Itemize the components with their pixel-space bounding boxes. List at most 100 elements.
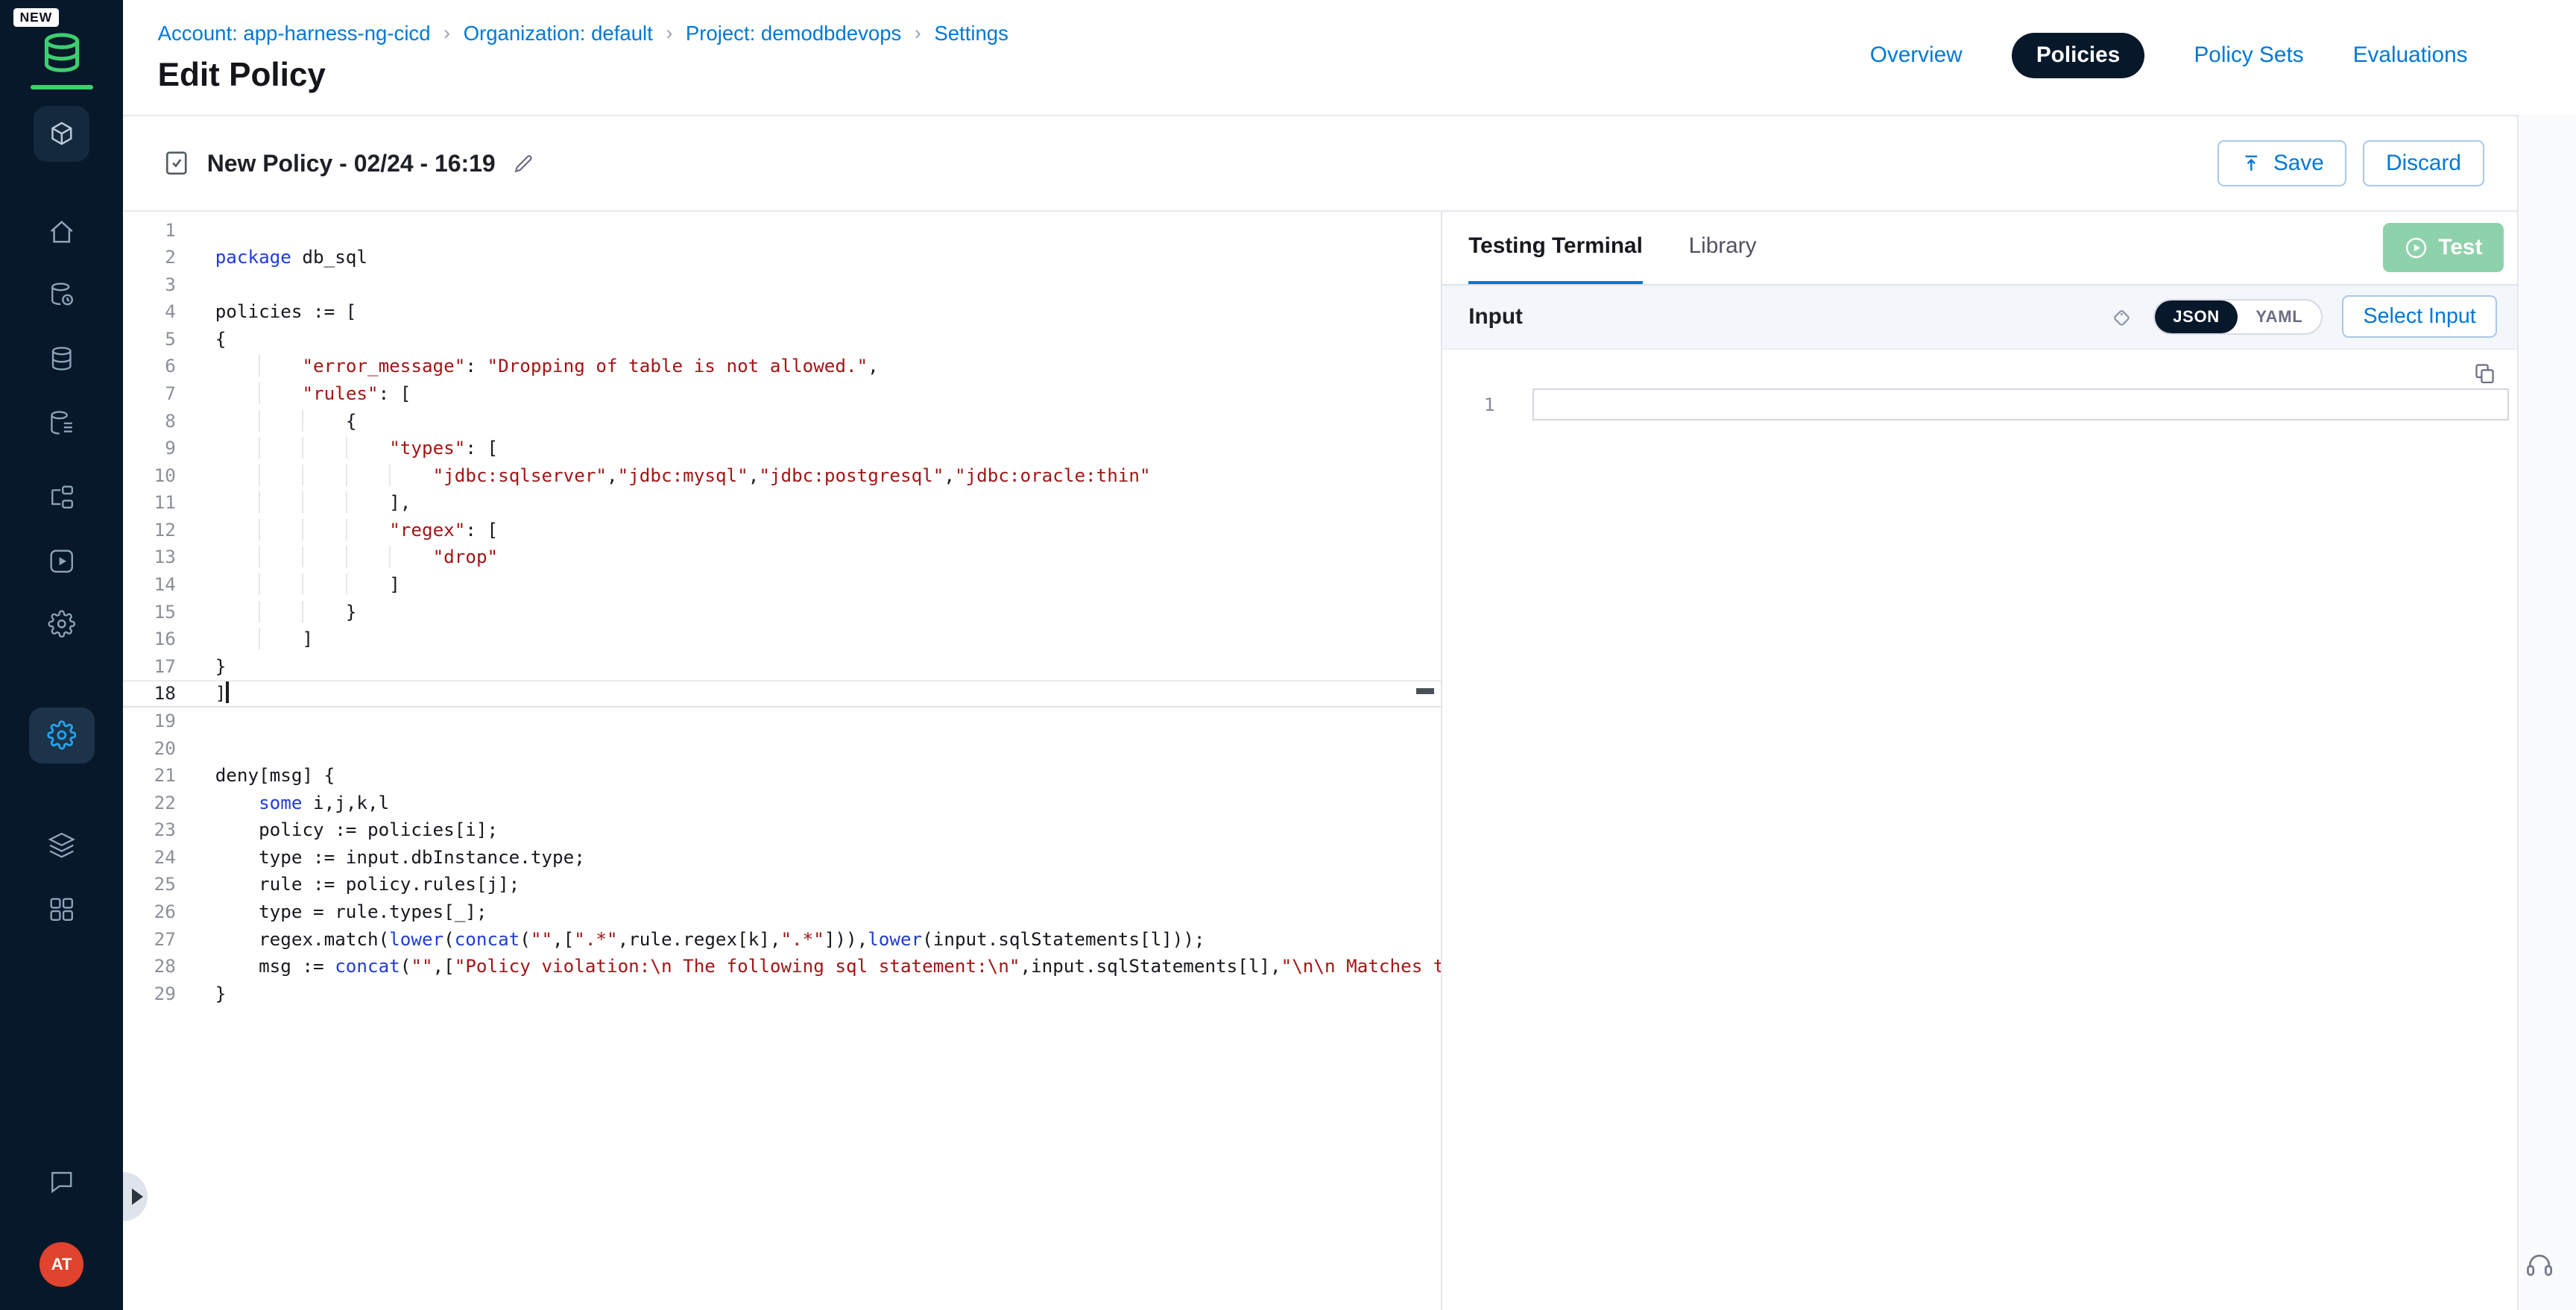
breadcrumb-project[interactable]: Project: demodbdevops — [686, 22, 901, 45]
settings-gear-icon-selected[interactable] — [29, 708, 95, 763]
code-line[interactable]: 26 type = rule.types[_]; — [123, 898, 1441, 926]
code-line[interactable]: 17} — [123, 653, 1441, 681]
page-header: Account: app-harness-ng-cicd › Organizat… — [123, 0, 2576, 115]
module-cube-icon[interactable] — [34, 106, 89, 162]
line-number: 19 — [123, 708, 176, 735]
tab-overview[interactable]: Overview — [1870, 42, 1963, 68]
copy-icon[interactable] — [2472, 361, 2497, 385]
policy-code-editor[interactable]: 12package db_sql34policies := [5{6 "erro… — [123, 212, 1441, 1310]
code-line[interactable]: 28 msg := concat("",["Policy violation:\… — [123, 953, 1441, 980]
line-number: 25 — [123, 871, 176, 898]
code-line[interactable]: 21deny[msg] { — [123, 762, 1441, 790]
tab-testing-terminal[interactable]: Testing Terminal — [1468, 212, 1643, 284]
code-line[interactable]: 9 "types": [ — [123, 435, 1441, 462]
database-list-icon[interactable] — [29, 402, 95, 444]
pipeline-icon[interactable] — [29, 476, 95, 518]
logo-block: NEW — [0, 0, 123, 89]
format-yaml-option[interactable]: YAML — [2238, 300, 2321, 333]
policy-toolbar: New Policy - 02/24 - 16:19 Save Discard — [123, 116, 2516, 212]
code-lines: 12package db_sql34policies := [5{6 "erro… — [123, 217, 1441, 1008]
line-number: 18 — [123, 680, 176, 708]
discard-button-label: Discard — [2386, 151, 2461, 176]
edit-name-pencil-icon[interactable] — [512, 152, 535, 175]
breadcrumb-organization[interactable]: Organization: default — [464, 22, 653, 45]
line-number: 10 — [123, 462, 176, 490]
line-number: 26 — [123, 898, 176, 926]
workspace: 12package db_sql34policies := [5{6 "erro… — [123, 212, 2516, 1310]
gear-icon[interactable] — [29, 602, 95, 645]
code-line[interactable]: 25 rule := policy.rules[j]; — [123, 871, 1441, 898]
code-line[interactable]: 10 "jdbc:sqlserver","jdbc:mysql","jdbc:p… — [123, 462, 1441, 490]
database-clock-icon[interactable] — [29, 274, 95, 316]
code-line[interactable]: 18] — [123, 680, 1441, 708]
code-line[interactable]: 1 — [123, 217, 1441, 245]
line-number: 9 — [123, 435, 176, 462]
code-line[interactable]: 3 — [123, 271, 1441, 299]
chevron-right-icon — [132, 1188, 143, 1205]
avatar[interactable]: AT — [40, 1242, 84, 1287]
tag-icon[interactable] — [2107, 303, 2133, 330]
code-line[interactable]: 6 "error_message": "Dropping of table is… — [123, 353, 1441, 380]
database-stack-icon[interactable] — [29, 338, 95, 380]
tab-policies[interactable]: Policies — [2012, 33, 2145, 78]
line-number: 20 — [123, 735, 176, 763]
tab-policy-sets[interactable]: Policy Sets — [2194, 42, 2303, 68]
code-line[interactable]: 14 ] — [123, 571, 1441, 599]
code-line[interactable]: 8 { — [123, 408, 1441, 435]
code-line[interactable]: 16 ] — [123, 626, 1441, 653]
code-line[interactable]: 24 type := input.dbInstance.type; — [123, 844, 1441, 872]
support-headset-icon[interactable] — [2523, 1249, 2556, 1282]
tab-evaluations[interactable]: Evaluations — [2353, 42, 2468, 68]
format-json-option[interactable]: JSON — [2155, 300, 2238, 333]
layers-icon[interactable] — [29, 824, 95, 866]
line-number: 7 — [123, 380, 176, 408]
line-number: 17 — [123, 653, 176, 681]
code-line[interactable]: 13 "drop" — [123, 544, 1441, 571]
code-line[interactable]: 20 — [123, 735, 1441, 763]
breadcrumb-account[interactable]: Account: app-harness-ng-cicd — [158, 22, 431, 45]
line-number: 11 — [123, 489, 176, 517]
code-line[interactable]: 15 } — [123, 599, 1441, 626]
code-line[interactable]: 4policies := [ — [123, 298, 1441, 326]
line-number: 24 — [123, 844, 176, 872]
test-button[interactable]: Test — [2383, 223, 2504, 272]
code-line[interactable]: 23 policy := policies[i]; — [123, 816, 1441, 844]
line-number: 4 — [123, 298, 176, 326]
code-line[interactable]: 12 "regex": [ — [123, 517, 1441, 544]
code-line[interactable]: 2package db_sql — [123, 244, 1441, 271]
breadcrumb-settings[interactable]: Settings — [934, 22, 1008, 45]
modules-grid-icon[interactable] — [29, 888, 95, 930]
harness-dbdevops-logo-icon[interactable] — [37, 31, 86, 77]
code-line[interactable]: 7 "rules": [ — [123, 380, 1441, 408]
policy-check-icon — [162, 149, 190, 177]
input-editor[interactable]: 1 — [1442, 350, 2517, 1310]
executions-icon[interactable] — [29, 540, 95, 582]
code-line[interactable]: 11 ], — [123, 489, 1441, 517]
edit-policy-card: New Policy - 02/24 - 16:19 Save Discard — [123, 115, 2516, 1309]
code-line[interactable]: 22 some i,j,k,l — [123, 790, 1441, 817]
app-window: NEW — [0, 0, 2576, 1310]
home-icon[interactable] — [29, 211, 95, 254]
select-input-button[interactable]: Select Input — [2342, 295, 2497, 338]
tab-library[interactable]: Library — [1689, 212, 1757, 284]
testing-panel-tabs: Testing Terminal Library Test — [1442, 212, 2517, 286]
input-section-header: Input JSON YAML Select Input — [1442, 286, 2517, 350]
line-number: 14 — [123, 571, 176, 599]
discard-button[interactable]: Discard — [2363, 140, 2484, 186]
breadcrumb-separator: › — [666, 22, 672, 45]
input-editor-line[interactable]: 1 — [1442, 389, 2517, 421]
line-number: 2 — [123, 244, 176, 271]
input-editor-current-line[interactable] — [1532, 388, 2508, 421]
save-button[interactable]: Save — [2217, 140, 2346, 186]
code-line[interactable]: 29} — [123, 980, 1441, 1008]
code-line[interactable]: 19 — [123, 708, 1441, 735]
chat-icon[interactable] — [29, 1160, 95, 1203]
policy-name: New Policy - 02/24 - 16:19 — [207, 150, 496, 177]
toolbar-actions: Save Discard — [2217, 140, 2484, 186]
save-button-label: Save — [2273, 151, 2324, 176]
code-line[interactable]: 27 regex.match(lower(concat("",[".*",rul… — [123, 926, 1441, 954]
code-line[interactable]: 5{ — [123, 326, 1441, 353]
breadcrumb-separator: › — [915, 22, 921, 45]
line-number: 12 — [123, 517, 176, 544]
line-number: 21 — [123, 762, 176, 790]
